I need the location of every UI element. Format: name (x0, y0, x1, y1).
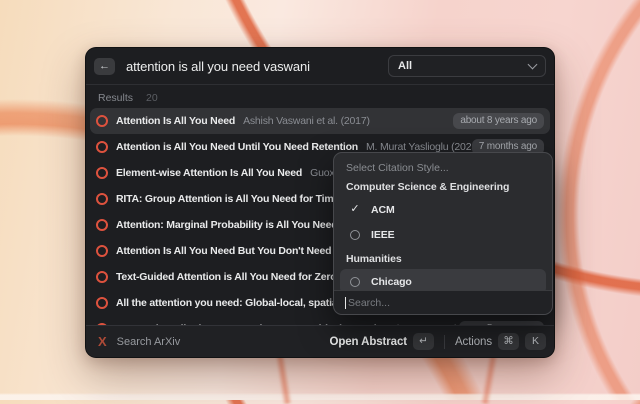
chevron-down-icon (528, 60, 538, 70)
open-abstract-button[interactable]: Open Abstract (329, 336, 407, 348)
popup-title: Select Citation Style... (346, 162, 540, 175)
section-label-humanities: Humanities (346, 253, 540, 266)
arxiv-logo-icon: X (98, 334, 107, 349)
arxiv-ring-icon (96, 297, 108, 309)
result-row[interactable]: Is Attention All What You Need? -- An Em… (90, 316, 550, 325)
paper-title: Element-wise Attention Is All You Need (116, 167, 302, 179)
citation-style-popup: Select Citation Style... Computer Scienc… (333, 152, 553, 315)
radio-circle-icon (350, 230, 360, 240)
search-header: ← All (86, 48, 554, 84)
paper-authors: Ashish Vaswani et al. (2017) (243, 115, 453, 127)
actions-button[interactable]: Actions (455, 336, 492, 348)
result-row[interactable]: Attention Is All You Need Ashish Vaswani… (90, 108, 550, 134)
category-filter-dropdown[interactable]: All (388, 55, 546, 77)
results-count: 20 (146, 92, 158, 104)
paper-title: Attention: Marginal Probability is All Y… (116, 219, 344, 231)
command-key-icon: ⌘ (498, 333, 519, 350)
arxiv-ring-icon (96, 219, 108, 231)
citation-option-ieee[interactable]: IEEE (340, 222, 546, 247)
results-section-header: Results 20 (86, 85, 554, 108)
results-label: Results (98, 92, 133, 104)
citation-option-label: IEEE (371, 229, 395, 241)
arxiv-ring-icon (96, 245, 108, 257)
age-badge: about 8 years ago (453, 113, 544, 129)
paper-authors: Thomas Dowdell et al. (2019) (391, 323, 459, 325)
paper-title: Is Attention All What You Need? -- An Em… (116, 323, 383, 325)
text-cursor (345, 297, 346, 309)
return-key-icon: ↵ (413, 333, 434, 350)
arxiv-ring-icon (96, 141, 108, 153)
arxiv-ring-icon (96, 167, 108, 179)
arxiv-ring-icon (96, 193, 108, 205)
search-placeholder: Search... (348, 297, 390, 309)
k-key-icon: K (525, 333, 546, 350)
paper-title: Attention Is All You Need (116, 115, 235, 127)
citation-search-input[interactable]: Search... (334, 290, 552, 314)
back-button[interactable]: ← (94, 58, 115, 75)
action-bar: X Search ArXiv Open Abstract ↵ Actions ⌘… (86, 325, 554, 357)
citation-option-label: ACM (371, 204, 395, 216)
section-label-cs-engineering: Computer Science & Engineering (346, 181, 540, 194)
arxiv-ring-icon (96, 115, 108, 127)
radio-circle-icon (350, 277, 360, 287)
search-input[interactable] (124, 58, 380, 75)
checkmark-icon: ✓ (349, 204, 361, 215)
back-arrow-icon: ← (99, 61, 110, 72)
age-badge: over 5 years ago (459, 321, 544, 325)
citation-option-acm[interactable]: ✓ ACM (340, 197, 546, 222)
paper-title: Attention is All You Need Until You Need… (116, 141, 358, 153)
footer-separator (444, 335, 445, 349)
extension-name: Search ArXiv (117, 336, 181, 348)
arxiv-ring-icon (96, 271, 108, 283)
arxiv-ring-icon (96, 323, 108, 325)
citation-option-label: Chicago (371, 276, 412, 288)
filter-selected-value: All (398, 60, 529, 72)
